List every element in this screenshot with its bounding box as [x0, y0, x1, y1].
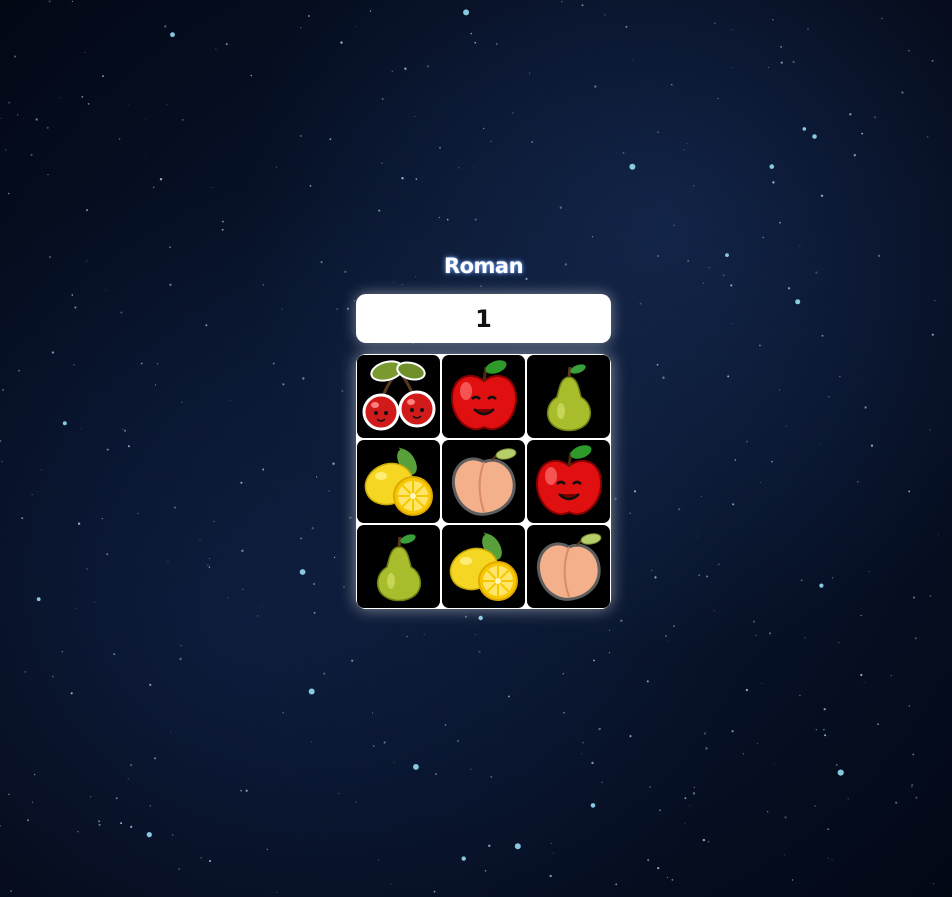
score-value: 1: [475, 304, 492, 333]
lemon-icon: [444, 527, 524, 607]
fruit-grid: [356, 354, 611, 609]
pear-icon: [359, 527, 439, 607]
grid-cell[interactable]: [527, 525, 610, 608]
peach-icon: [529, 527, 609, 607]
pear-icon: [529, 357, 609, 437]
grid-cell[interactable]: [527, 355, 610, 438]
grid-cell[interactable]: [357, 440, 440, 523]
lemon-icon: [359, 442, 439, 522]
grid-cell[interactable]: [442, 525, 525, 608]
grid-cell[interactable]: [442, 440, 525, 523]
grid-cell[interactable]: [357, 525, 440, 608]
player-name: Roman: [443, 254, 524, 278]
peach-icon: [444, 442, 524, 522]
grid-cell[interactable]: [357, 355, 440, 438]
cherry-icon: [359, 357, 439, 437]
score-display: 1: [356, 294, 611, 343]
grid-cell[interactable]: [527, 440, 610, 523]
apple-icon: [529, 442, 609, 522]
apple-icon: [444, 357, 524, 437]
grid-cell[interactable]: [442, 355, 525, 438]
